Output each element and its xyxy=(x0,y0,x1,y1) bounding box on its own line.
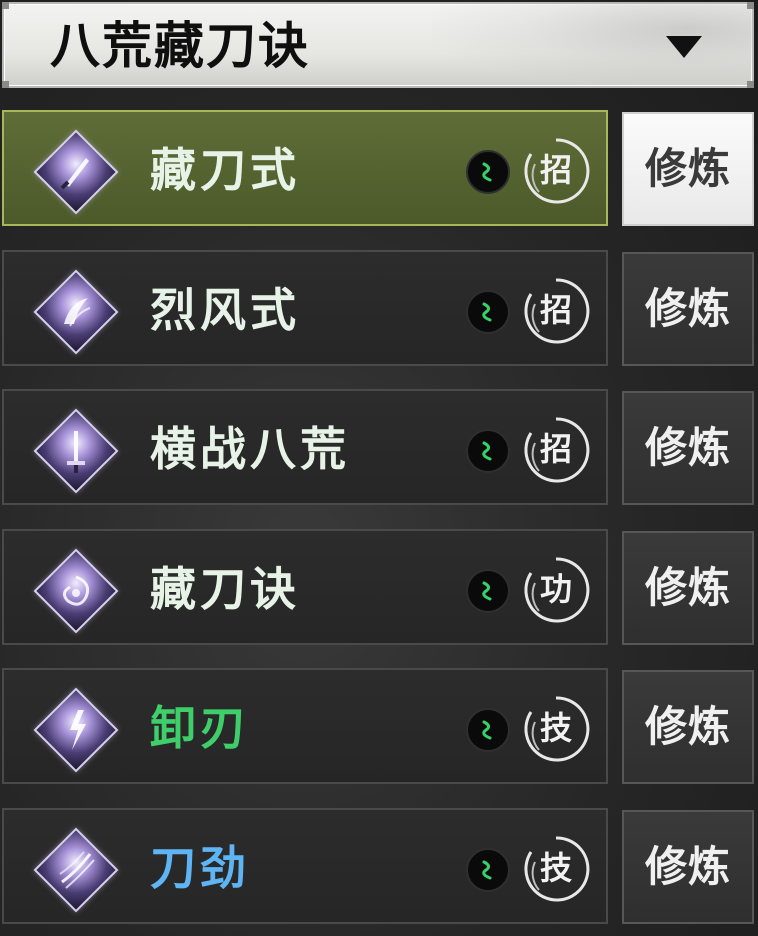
skill-type-label: 招 xyxy=(539,430,572,468)
skill-name: 烈风式 xyxy=(150,283,300,337)
energy-icon xyxy=(466,569,510,613)
skill-type-badge: 技 xyxy=(519,692,593,766)
lightning-blade-icon xyxy=(33,687,119,773)
train-button[interactable]: 修炼 xyxy=(622,391,754,505)
train-button[interactable]: 修炼 xyxy=(622,112,754,226)
train-button[interactable]: 修炼 xyxy=(622,670,754,784)
skill-type-badge: 技 xyxy=(519,832,593,906)
claw-slash-icon xyxy=(33,827,119,913)
skill-row: 卸刃 技 修炼 xyxy=(0,668,758,788)
skill-card[interactable]: 卸刃 技 xyxy=(2,668,608,784)
skill-card-selected[interactable]: 藏刀式 招 xyxy=(2,110,608,226)
energy-icon xyxy=(466,429,510,473)
skill-name: 刀劲 xyxy=(150,841,250,895)
skill-list: 藏刀式 招 修炼 烈风式 招 修炼 横战八荒 招 修炼 藏刀诀 功 修炼 卸刃 … xyxy=(0,0,758,936)
skill-type-label: 技 xyxy=(539,709,572,747)
blade-sheath-icon xyxy=(33,129,119,215)
wind-blade-icon xyxy=(33,269,119,355)
skill-card[interactable]: 横战八荒 招 xyxy=(2,389,608,505)
skill-name: 横战八荒 xyxy=(150,422,350,476)
skill-name: 藏刀式 xyxy=(150,143,300,197)
vortex-icon xyxy=(33,548,119,634)
skill-type-label: 功 xyxy=(539,570,572,608)
skill-name: 卸刃 xyxy=(150,701,250,755)
skill-type-label: 招 xyxy=(539,151,572,189)
skill-type-label: 招 xyxy=(539,291,572,329)
skill-type-badge: 招 xyxy=(519,134,593,208)
train-button[interactable]: 修炼 xyxy=(622,252,754,366)
skill-type-badge: 招 xyxy=(519,413,593,487)
sword-icon xyxy=(33,408,119,494)
energy-icon xyxy=(466,708,510,752)
skill-type-badge: 功 xyxy=(519,553,593,627)
train-button[interactable]: 修炼 xyxy=(622,531,754,645)
skill-row: 藏刀诀 功 修炼 xyxy=(0,529,758,649)
skill-type-label: 技 xyxy=(539,849,572,887)
skill-row: 横战八荒 招 修炼 xyxy=(0,389,758,509)
skill-row: 刀劲 技 修炼 xyxy=(0,808,758,928)
skill-card[interactable]: 烈风式 招 xyxy=(2,250,608,366)
skill-name: 藏刀诀 xyxy=(150,562,300,616)
skill-type-badge: 招 xyxy=(519,274,593,348)
energy-icon xyxy=(466,848,510,892)
skill-card[interactable]: 藏刀诀 功 xyxy=(2,529,608,645)
energy-icon xyxy=(466,150,510,194)
train-button[interactable]: 修炼 xyxy=(622,810,754,924)
energy-icon xyxy=(466,290,510,334)
skill-row: 藏刀式 招 修炼 xyxy=(0,110,758,230)
skill-card[interactable]: 刀劲 技 xyxy=(2,808,608,924)
skill-row: 烈风式 招 修炼 xyxy=(0,250,758,370)
